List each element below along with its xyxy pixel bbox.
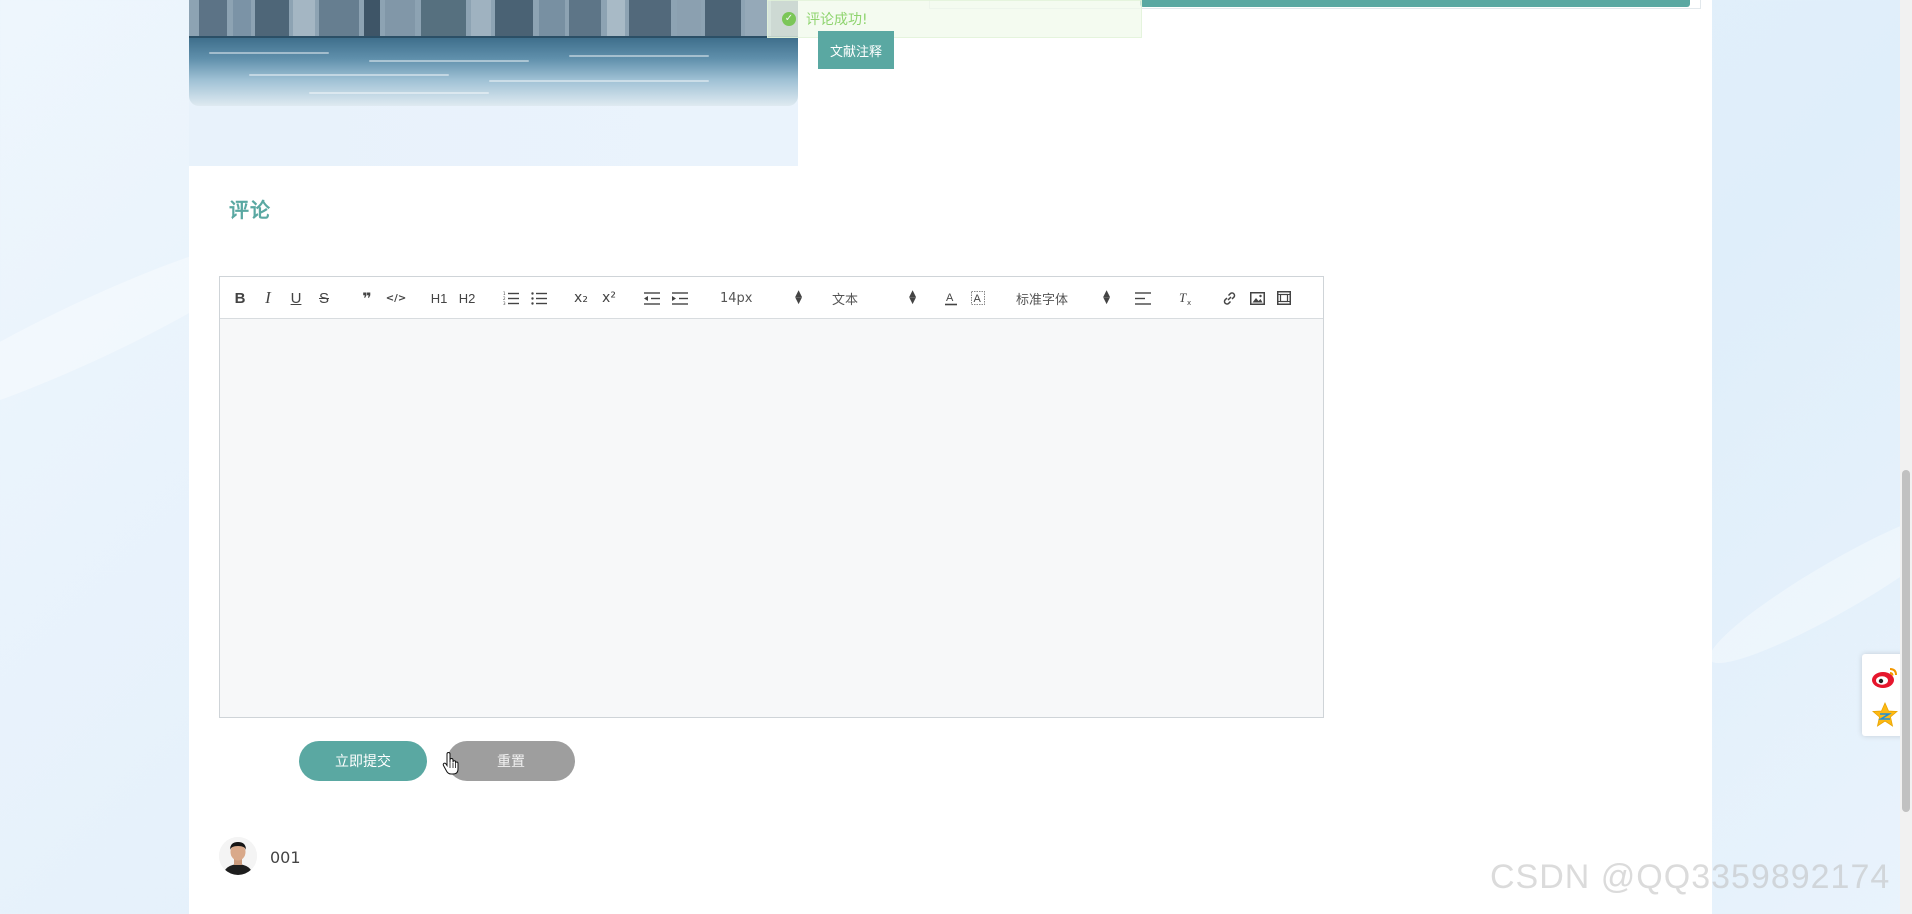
font-size-select[interactable]: 14px ▲ ▼ (720, 277, 802, 319)
select-arrows-icon: ▲ ▼ (795, 289, 802, 306)
svg-text:A: A (946, 292, 954, 304)
comment-section-title: 评论 (229, 198, 271, 222)
font-family-value: 标准字体 (1016, 292, 1069, 308)
h2-icon[interactable]: H2 (457, 277, 477, 319)
font-color-icon[interactable]: A (942, 277, 960, 319)
wave (489, 80, 709, 82)
align-icon[interactable] (1134, 277, 1152, 319)
header-value: 文本 (832, 292, 859, 308)
wave (249, 74, 449, 76)
superscript-icon[interactable]: x² (600, 277, 618, 319)
video-icon[interactable] (1275, 277, 1293, 319)
editor-content-area[interactable] (220, 319, 1323, 717)
check-circle-icon: ✓ (782, 12, 796, 26)
clear-format-icon[interactable]: Tx (1177, 277, 1195, 319)
quote-icon[interactable]: ❞ (358, 277, 376, 319)
h1-icon[interactable]: H1 (429, 277, 449, 319)
rich-text-editor[interactable]: B I U S ❞ </> H1 H2 123 x₂ x² 14px ▲ ▼ 文本… (219, 276, 1324, 718)
outdent-icon[interactable] (643, 277, 661, 319)
bullet-list-icon[interactable] (530, 277, 548, 319)
ordered-list-icon[interactable]: 123 (502, 277, 520, 319)
underline-icon[interactable]: U (288, 277, 304, 319)
indent-icon[interactable] (671, 277, 689, 319)
weibo-share-icon[interactable] (1870, 662, 1900, 692)
wave (209, 52, 329, 54)
qzone-share-icon[interactable] (1870, 700, 1900, 730)
cover-image (189, 0, 798, 106)
toast-message: 评论成功! (806, 12, 868, 28)
note-button[interactable]: 文献注释 (818, 31, 894, 69)
font-family-select[interactable]: 标准字体 ▲ ▼ (1016, 277, 1110, 319)
svg-text:T: T (1179, 291, 1187, 305)
waterline (189, 36, 798, 38)
comment-username: 001 (270, 848, 301, 867)
italic-icon[interactable]: I (260, 277, 276, 319)
wave (369, 60, 529, 62)
svg-text:A: A (974, 293, 982, 305)
submit-button[interactable]: 立即提交 (299, 741, 427, 781)
subscript-icon[interactable]: x₂ (572, 277, 590, 319)
bold-icon[interactable]: B (232, 277, 248, 319)
editor-toolbar: B I U S ❞ </> H1 H2 123 x₂ x² 14px ▲ ▼ 文本… (220, 277, 1323, 319)
progress-bar (1140, 0, 1690, 7)
link-icon[interactable] (1220, 277, 1238, 319)
svg-text:3: 3 (503, 301, 506, 305)
hand-cursor-icon (442, 752, 459, 775)
select-arrows-icon: ▲ ▼ (1103, 289, 1110, 306)
svg-text:x: x (1187, 299, 1191, 306)
watermark: CSDN @QQ3359892174 (1490, 858, 1891, 896)
wave (569, 55, 709, 57)
strike-icon[interactable]: S (316, 277, 332, 319)
background-streak (1697, 488, 1912, 682)
wave (309, 92, 489, 94)
skyline-graphic (189, 0, 798, 38)
select-arrows-icon: ▲ ▼ (909, 289, 916, 306)
header-select[interactable]: 文本 ▲ ▼ (832, 277, 916, 319)
font-size-value: 14px (720, 290, 753, 306)
reset-button[interactable]: 重置 (447, 741, 575, 781)
image-icon[interactable] (1248, 277, 1266, 319)
background-color-icon[interactable]: A (969, 277, 987, 319)
user-avatar-icon (219, 837, 257, 875)
scrollbar-thumb[interactable] (1902, 470, 1910, 812)
code-icon[interactable]: </> (386, 277, 406, 319)
avatar (219, 837, 257, 875)
